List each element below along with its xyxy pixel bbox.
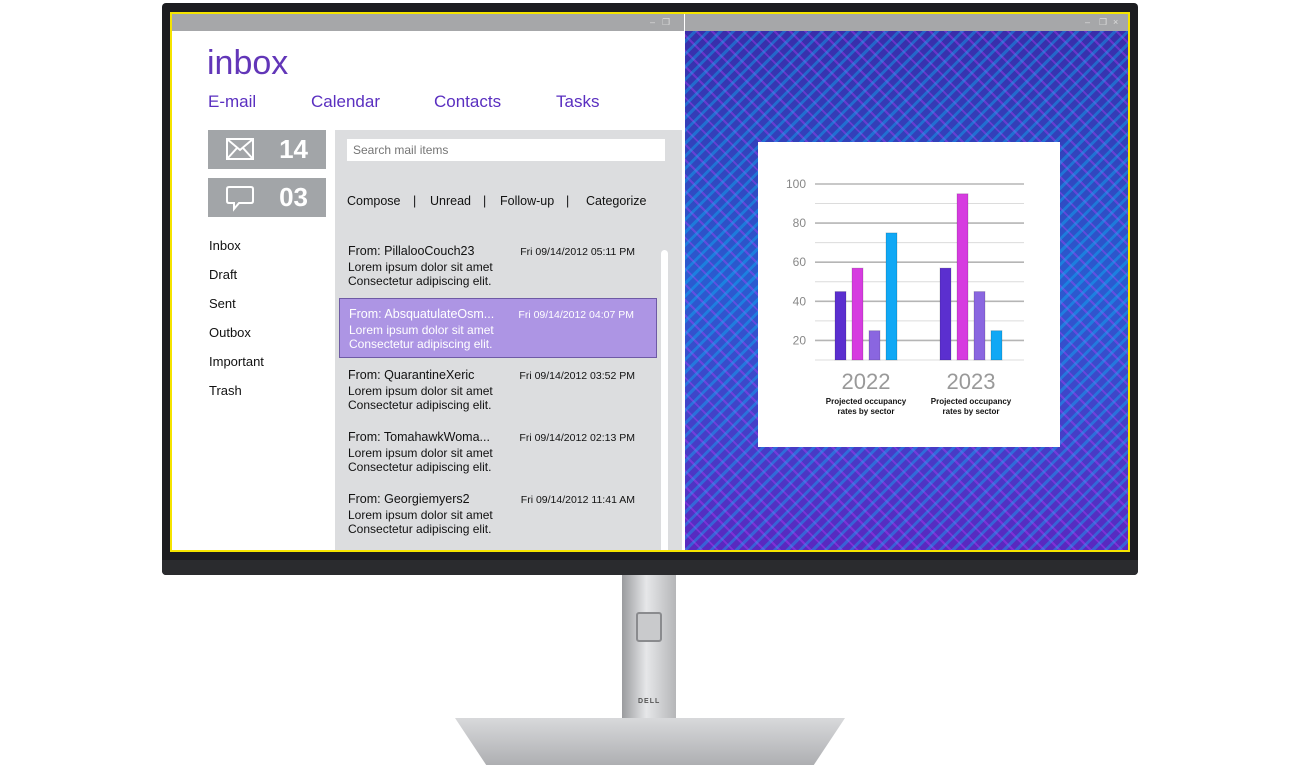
mail-item[interactable]: From: QuarantineXeric Fri 09/14/2012 03:5… (339, 360, 657, 420)
tab-calendar[interactable]: Calendar (311, 92, 380, 112)
compose-button[interactable]: Compose (347, 194, 401, 208)
mail-window: – ❐ inbox E-mail Calendar Contacts Tasks… (172, 14, 684, 550)
mail-date: Fri 09/14/2012 05:11 PM (520, 246, 635, 258)
mail-list-panel: Compose | Unread | Follow-up | Categoriz… (335, 130, 682, 550)
mail-preview-line: Consectetur adipiscing elit. (349, 337, 493, 351)
folder-sent[interactable]: Sent (209, 296, 236, 311)
tab-contacts[interactable]: Contacts (434, 92, 501, 112)
mail-preview-line: Consectetur adipiscing elit. (348, 274, 492, 288)
folder-trash[interactable]: Trash (209, 383, 242, 398)
y-tick-label: 20 (793, 333, 807, 347)
bar (885, 232, 898, 361)
envelope-icon (226, 138, 254, 160)
chat-counter[interactable]: 03 (208, 178, 326, 217)
scrollbar[interactable] (661, 250, 668, 550)
mail-item[interactable]: From: PillalooCouch23 Fri 09/14/2012 05:1… (339, 236, 657, 296)
tab-tasks[interactable]: Tasks (556, 92, 599, 112)
mail-item[interactable]: From: Georgiemyers2 Fri 09/14/2012 11:41 … (339, 484, 657, 544)
mail-date: Fri 09/14/2012 11:41 AM (520, 494, 635, 506)
bar (939, 267, 952, 361)
categorize-button[interactable]: Categorize (586, 194, 646, 208)
mail-preview-line: Lorem ipsum dolor sit amet (348, 446, 493, 460)
mail-preview-line: Consectetur adipiscing elit. (348, 522, 492, 536)
separator: | (483, 194, 487, 208)
bar-chart: 20 40 60 80 100 2022 Projected occupancy rates … (786, 177, 1024, 416)
mail-preview-line: Lorem ipsum dolor sit amet (348, 508, 493, 522)
chat-bubble-icon (226, 186, 254, 212)
monitor-screen: – ❐ inbox E-mail Calendar Contacts Tasks… (170, 12, 1130, 552)
window-titlebar: – ❐ (172, 14, 684, 31)
monitor-chin (162, 560, 1138, 575)
separator: | (413, 194, 417, 208)
mail-preview-line: Consectetur adipiscing elit. (348, 460, 492, 474)
mail-preview-line: Lorem ipsum dolor sit amet (349, 323, 494, 337)
mail-date: Fri 09/14/2012 02:13 PM (519, 432, 635, 444)
restore-icon[interactable]: ❐ (1099, 17, 1107, 28)
y-tick-label: 100 (786, 177, 806, 191)
folder-important[interactable]: Important (209, 354, 264, 369)
mail-preview-line: Lorem ipsum dolor sit amet (348, 260, 493, 274)
mail-counter[interactable]: 14 (208, 130, 326, 169)
dell-logo: DELL (638, 698, 661, 705)
page-title: inbox (207, 44, 289, 82)
category-subtitle: Projected occupancy rates by sector (931, 397, 1012, 416)
mail-preview-line: Consectetur adipiscing elit. (348, 398, 492, 412)
folder-draft[interactable]: Draft (209, 267, 237, 282)
stand-base (455, 718, 845, 765)
follow-up-button[interactable]: Follow-up (500, 194, 554, 208)
mail-count: 14 (279, 134, 308, 164)
unread-button[interactable]: Unread (430, 194, 471, 208)
search-input[interactable] (347, 139, 665, 161)
mail-date: Fri 09/14/2012 04:07 PM (518, 309, 634, 321)
bar (990, 330, 1003, 361)
mail-item[interactable]: From: TomahawkWoma... Fri 09/14/2012 02:1… (339, 422, 657, 482)
folder-inbox[interactable]: Inbox (209, 238, 241, 253)
minimize-icon[interactable]: – (1085, 17, 1090, 27)
window-titlebar: – ❐ × (685, 14, 1128, 31)
mail-item[interactable]: From: AbsquatulateOsm... Fri 09/14/2012 0… (339, 298, 657, 358)
bar (851, 267, 864, 361)
separator: | (566, 194, 570, 208)
chat-count: 03 (279, 182, 308, 212)
folder-outbox[interactable]: Outbox (209, 325, 251, 340)
mail-preview-line: Lorem ipsum dolor sit amet (348, 384, 493, 398)
close-icon[interactable]: × (1113, 17, 1118, 27)
minimize-icon[interactable]: – (650, 17, 655, 27)
cable-hole (636, 612, 662, 642)
bar (956, 193, 969, 361)
restore-icon[interactable]: ❐ (662, 17, 670, 28)
y-tick-label: 40 (793, 294, 807, 308)
category-subtitle: Projected occupancy rates by sector (826, 397, 907, 416)
bar (834, 291, 847, 361)
bar (868, 330, 881, 361)
chart-card: 20 40 60 80 100 2022 Projected occupancy rates … (758, 142, 1060, 447)
bar (973, 291, 986, 361)
mail-date: Fri 09/14/2012 03:52 PM (519, 370, 635, 382)
tab-email[interactable]: E-mail (208, 92, 256, 112)
y-tick-label: 60 (793, 255, 807, 269)
x-category-label: 2023 (947, 369, 996, 394)
y-tick-label: 80 (793, 216, 807, 230)
x-category-label: 2022 (842, 369, 891, 394)
wallpaper-window: – ❐ × 20 40 60 80 100 2022 Projected occupancy… (685, 14, 1128, 550)
